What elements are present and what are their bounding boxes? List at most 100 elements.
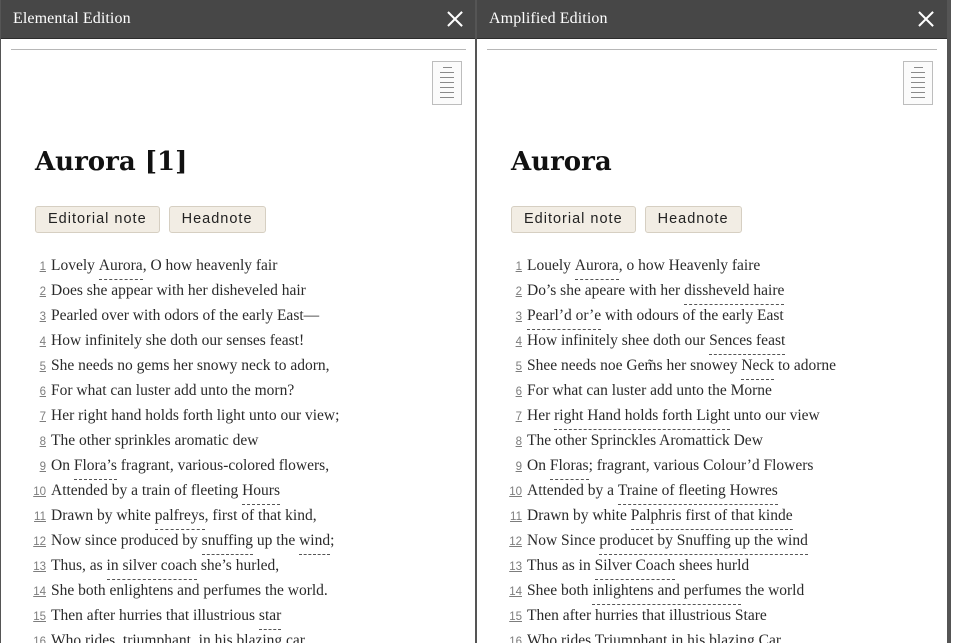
line-text: Now Since [527,532,600,549]
line-number-link[interactable]: 7 [27,405,46,430]
line-number-link[interactable]: 8 [503,430,522,455]
poem-line: 9 On Floras; fragrant, various Colour’d F… [503,453,947,480]
line-text: Attended by a train of fleeting [51,482,243,499]
poem-line: 14 She both enlightens and perfumes the w… [27,578,476,603]
annotated-word-link[interactable]: Traine of fleeting Howres [617,478,778,505]
line-number-link[interactable]: 3 [27,305,46,330]
line-text: the world [741,582,805,599]
annotated-word-link[interactable]: wind [299,528,331,555]
line-number-link[interactable]: 13 [27,555,46,580]
line-number-link[interactable]: 2 [27,280,46,305]
line-number-link[interactable]: 12 [503,530,522,555]
close-icon[interactable] [446,10,464,28]
line-number-link[interactable]: 6 [27,380,46,405]
pane-title: Amplified Edition [489,10,608,27]
editorial-note-button[interactable]: Editorial note [511,206,636,233]
poem-lines: 1 Lovely Aurora, O how heavenly fair 2 Does… [27,253,476,643]
annotated-word-link[interactable]: blazing car [237,628,305,643]
line-text: Lovely [51,257,99,274]
line-number-link[interactable]: 16 [27,630,46,643]
line-text: Does she appear with her disheveled hair [51,282,306,299]
poem-line: 15 Then after hurries that illustrious St… [503,603,947,628]
annotated-word-link[interactable]: star [258,603,282,630]
annotated-word-link[interactable]: Flora’s [73,453,117,480]
line-text: For what can luster add unto the morn? [51,382,295,399]
line-number-link[interactable]: 4 [27,330,46,355]
line-number-link[interactable]: 16 [503,630,522,643]
line-text: Shee both [527,582,593,599]
annotated-word-link[interactable]: inlightens and perfumes [592,578,742,605]
line-number-link[interactable]: 7 [503,405,522,430]
table-of-contents-icon[interactable] [903,61,933,105]
poem-line: 2 Do’s she apeare with her dissheveld hai… [503,278,947,305]
line-text: Drawn by white [51,507,155,524]
editorial-note-button[interactable]: Editorial note [35,206,160,233]
annotated-word-link[interactable]: snuffing [201,528,254,555]
line-text: How infinitely she doth our senses feast… [51,332,305,349]
line-number-link[interactable]: 5 [27,355,46,380]
annotated-word-link[interactable]: blazing Car [709,628,781,643]
annotated-word-link[interactable]: Neck [741,353,775,380]
annotated-word-link[interactable]: dissheveld haire [684,278,785,305]
annotated-word-link[interactable]: Palphris first of that kinde [630,503,793,530]
line-text: shees hurld [675,557,750,574]
line-number-link[interactable]: 9 [503,455,522,480]
line-text: Then after hurries that illustrious Star… [527,607,767,624]
headnote-button[interactable]: Headnote [644,206,742,233]
divider [11,49,466,50]
headnote-button[interactable]: Headnote [168,206,266,233]
annotated-word-link[interactable]: Aurora [574,253,619,280]
annotated-word-link[interactable]: Hours [242,478,280,505]
line-text: Louely [527,257,575,274]
line-text: Thus, as [51,557,107,574]
line-number-link[interactable]: 5 [503,355,522,380]
line-number-link[interactable]: 1 [27,255,46,280]
line-number-link[interactable]: 10 [503,480,522,505]
close-icon[interactable] [917,10,935,28]
poem-title: Aurora [511,147,612,177]
elemental-edition-pane: Elemental Edition Aurora [1] Editorial n… [0,0,476,643]
poem-line: 13 Thus, as in silver coach she’s hurled, [27,553,476,580]
annotated-word-link[interactable]: Pearl’d or’e [527,303,602,330]
line-number-link[interactable]: 6 [503,380,522,405]
line-text: ; [330,532,335,549]
poem-line: 8 The other Sprinckles Aromattick Dew [503,428,947,453]
line-number-link[interactable]: 11 [503,505,522,530]
line-number-link[interactable]: 2 [503,280,522,305]
line-number-link[interactable]: 1 [503,255,522,280]
line-number-link[interactable]: 14 [503,580,522,605]
line-number-link[interactable]: 11 [27,505,46,530]
line-number-link[interactable]: 15 [503,605,522,630]
line-text: Shee needs noe Gem̃s her snowey [527,357,742,374]
poem-line: 12 Now Since producet by Snuffing up the … [503,528,947,555]
annotated-word-link[interactable]: in silver coach [106,553,197,580]
line-number-link[interactable]: 15 [27,605,46,630]
annotated-word-link[interactable]: Sences feast [709,328,786,355]
table-of-contents-icon[interactable] [432,61,462,105]
annotated-word-link[interactable]: Silver Coach [594,553,676,580]
line-number-link[interactable]: 4 [503,330,522,355]
line-number-link[interactable]: 10 [27,480,46,505]
line-number-link[interactable]: 8 [27,430,46,455]
line-number-link[interactable]: 12 [27,530,46,555]
poem-lines: 1 Louely Aurora, o how Heavenly faire 2 Do’… [503,253,947,643]
note-buttons: Editorial note Headnote [35,206,266,233]
line-number-link[interactable]: 13 [503,555,522,580]
line-text: Now since produced by [51,532,202,549]
annotated-word-link[interactable]: Floras [549,453,589,480]
annotated-word-link[interactable]: palfreys [154,503,205,530]
line-text: Drawn by white [527,507,631,524]
poem-line: 16 Who rides, triumphant, in his blazing … [27,628,476,643]
poem-line: 3 Pearl’d or’e with odours of the early E… [503,303,947,330]
line-text: Who rides, triumphant, in his [51,632,237,643]
poem-line: 2 Does she appear with her disheveled hai… [27,278,476,303]
annotated-word-link[interactable]: producet by Snuffing up the wind [599,528,808,555]
line-number-link[interactable]: 9 [27,455,46,480]
line-number-link[interactable]: 14 [27,580,46,605]
line-text: Then after hurries that illustrious [51,607,259,624]
poem-line: 9 On Flora’s fragrant, various-colored fl… [27,453,476,480]
line-text: up the [253,532,300,549]
annotated-word-link[interactable]: Aurora [98,253,143,280]
annotated-word-link[interactable]: right Hand holds forth Light [554,403,730,430]
line-number-link[interactable]: 3 [503,305,522,330]
